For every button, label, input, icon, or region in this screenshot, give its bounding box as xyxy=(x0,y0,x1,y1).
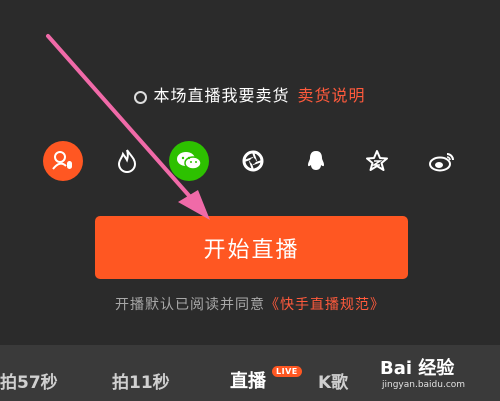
sell-goods-option[interactable]: 本场直播我要卖货 卖货说明 xyxy=(0,82,500,106)
qzone-icon[interactable] xyxy=(357,141,397,181)
live-rules-link[interactable]: 《快手直播规范》 xyxy=(265,297,385,313)
agreement-text: 开播默认已阅读并同意《快手直播规范》 xyxy=(0,294,500,314)
live-badge: LIVE xyxy=(272,366,302,377)
live-setup-panel: 本场直播我要卖货 卖货说明 开始直播 开播默认已阅读并同意《快手直播规范》 xyxy=(0,0,500,345)
sell-goods-info-link[interactable]: 卖货说明 xyxy=(298,86,366,105)
tab-karaoke[interactable]: K歌 xyxy=(318,368,348,393)
wechat-icon[interactable] xyxy=(169,141,209,181)
sell-goods-radio[interactable] xyxy=(134,91,148,104)
moments-icon[interactable] xyxy=(233,141,273,181)
weibo-icon[interactable] xyxy=(422,141,462,181)
tab-live[interactable]: 直播 xyxy=(230,367,266,393)
flame-icon[interactable] xyxy=(107,141,147,181)
sell-goods-label: 本场直播我要卖货 xyxy=(153,86,290,105)
tab-shoot-57s[interactable]: 拍57秒 xyxy=(0,368,58,393)
tab-shoot-11s[interactable]: 拍11秒 xyxy=(112,368,170,393)
qq-icon[interactable] xyxy=(296,141,336,181)
share-options xyxy=(0,141,500,181)
user-mic-icon[interactable] xyxy=(43,141,83,181)
baidu-jingyan-watermark: Bai 经验 jingyan.baidu.com xyxy=(380,350,495,398)
watermark-url: jingyan.baidu.com xyxy=(382,380,466,390)
start-live-button[interactable]: 开始直播 xyxy=(95,216,408,279)
watermark-brand: Bai 经验 xyxy=(380,358,455,379)
agreement-prefix: 开播默认已阅读并同意 xyxy=(115,297,265,313)
